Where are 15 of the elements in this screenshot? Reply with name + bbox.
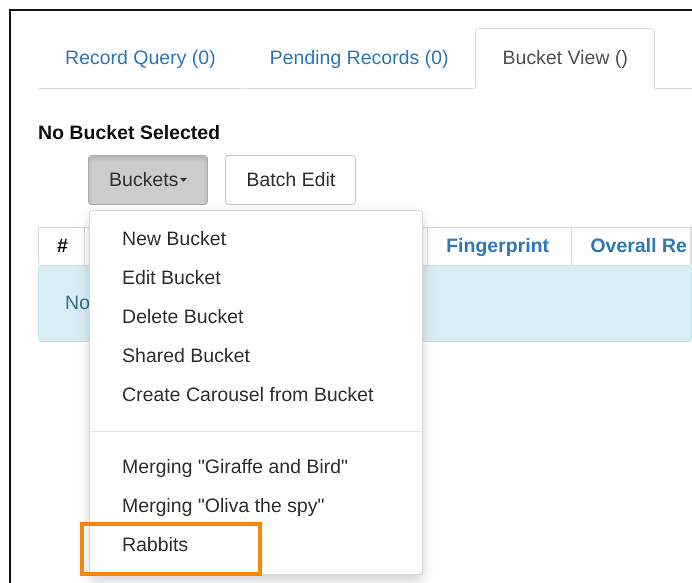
caret-icon (180, 178, 188, 182)
tab[interactable]: Bucket View () (475, 28, 655, 89)
batch-edit-button[interactable]: Batch Edit (225, 155, 356, 205)
menu-item[interactable]: Create Carousel from Bucket (90, 376, 422, 415)
column-header: # (57, 235, 68, 258)
menu-item[interactable]: Merging "Oliva the spy" (90, 487, 422, 526)
menu-item[interactable]: New Bucket (90, 220, 422, 259)
buckets-dropdown-button[interactable]: Buckets (88, 155, 208, 205)
menu-item[interactable]: Rabbits (90, 526, 422, 565)
column-header: Fingerprint (446, 235, 550, 258)
tab[interactable]: Record Query (0) (38, 28, 243, 89)
bucket-status-heading: No Bucket Selected (38, 122, 222, 145)
column-header: Overall Re (590, 235, 687, 258)
menu-item[interactable]: Merging "Giraffe and Bird" (90, 448, 422, 487)
menu-item[interactable]: Delete Bucket (90, 298, 422, 337)
